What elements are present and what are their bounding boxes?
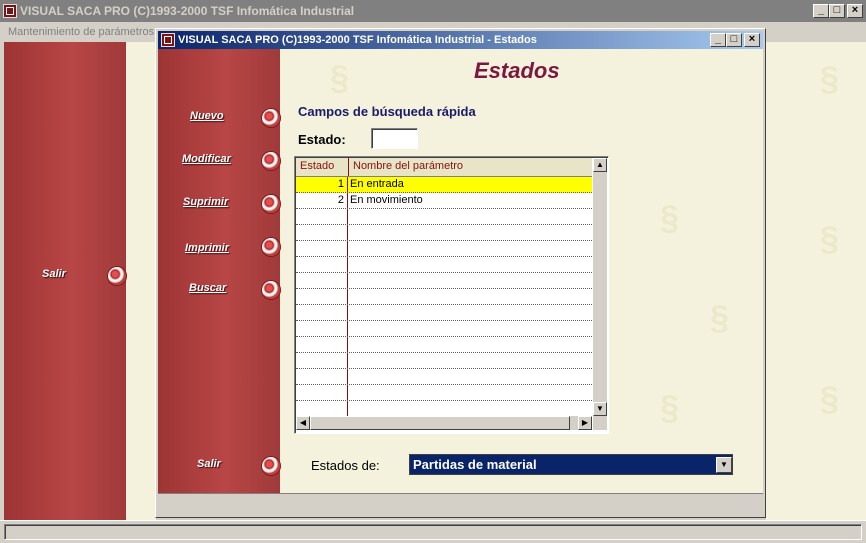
grid-horizontal-scrollbar[interactable]: ◀ ▶ (296, 416, 592, 430)
grid-header: Estado Nombre del parámetro (296, 158, 592, 177)
cell-nombre: En entrada (350, 178, 404, 190)
watermark-icon: § (820, 220, 839, 258)
main-status-bar (0, 520, 866, 543)
child-app-icon[interactable] (161, 33, 175, 47)
table-row[interactable] (296, 273, 592, 289)
child-minimize-button[interactable]: _ (710, 33, 726, 47)
main-minimize-button[interactable]: _ (813, 4, 829, 18)
nav-search-label[interactable]: Buscar (189, 282, 226, 294)
scroll-corner (593, 416, 607, 430)
child-close-button[interactable]: × (744, 33, 760, 47)
grid-vertical-scrollbar[interactable]: ▲ ▼ (593, 158, 607, 416)
watermark-icon: § (710, 299, 729, 337)
table-row[interactable]: 2 En movimiento (296, 193, 592, 209)
main-title-bar[interactable]: VISUAL SACA PRO (C)1993-2000 TSF Infomát… (0, 0, 866, 22)
table-row[interactable] (296, 305, 592, 321)
quick-search-title: Campos de búsqueda rápida (298, 104, 476, 119)
watermark-icon: § (660, 199, 679, 237)
grid-body: 1 En entrada 2 En movimiento (296, 177, 592, 417)
nav-print-label[interactable]: Imprimir (185, 242, 229, 254)
table-row[interactable]: 1 En entrada (296, 177, 592, 193)
table-row[interactable] (296, 321, 592, 337)
child-status-bar (158, 493, 763, 516)
main-window-title: VISUAL SACA PRO (C)1993-2000 TSF Infomát… (20, 4, 355, 18)
nav-delete-label[interactable]: Suprimir (183, 196, 228, 208)
table-row[interactable] (296, 369, 592, 385)
main-exit-label[interactable]: Salir (42, 268, 66, 280)
child-title-bar[interactable]: VISUAL SACA PRO (C)1993-2000 TSF Infomát… (158, 31, 763, 49)
nav-search-button[interactable] (262, 281, 280, 299)
estado-label: Estado: (298, 132, 346, 147)
nav-new-label[interactable]: Nuevo (190, 110, 224, 122)
main-exit-button[interactable] (108, 267, 126, 285)
main-panel-divider (126, 42, 156, 520)
table-row[interactable] (296, 385, 592, 401)
child-window-title: VISUAL SACA PRO (C)1993-2000 TSF Infomát… (178, 34, 537, 46)
main-close-button[interactable]: × (847, 4, 863, 18)
grid-header-nombre[interactable]: Nombre del parámetro (349, 158, 592, 176)
child-maximize-button[interactable]: □ (726, 33, 742, 47)
scroll-down-icon[interactable]: ▼ (593, 402, 607, 416)
table-row[interactable] (296, 353, 592, 369)
nav-exit-label[interactable]: Salir (197, 458, 221, 470)
main-maximize-button[interactable]: □ (829, 4, 845, 18)
table-row[interactable] (296, 289, 592, 305)
estados-de-select[interactable]: Partidas de material ▼ (409, 454, 733, 475)
nav-print-button[interactable] (262, 238, 280, 256)
scroll-thumb[interactable] (310, 416, 570, 430)
page-title: Estados (474, 58, 560, 83)
estado-input[interactable] (371, 128, 418, 149)
estados-de-label: Estados de: (311, 458, 380, 473)
cell-nombre: En movimiento (350, 194, 423, 206)
cell-estado: 1 (296, 177, 348, 192)
table-row[interactable] (296, 225, 592, 241)
table-row[interactable] (296, 241, 592, 257)
chevron-down-icon[interactable]: ▼ (716, 457, 732, 473)
watermark-icon: § (820, 380, 839, 418)
watermark-icon: § (660, 389, 679, 427)
nav-modify-button[interactable] (262, 152, 280, 170)
scroll-left-icon[interactable]: ◀ (296, 416, 310, 430)
table-row[interactable] (296, 337, 592, 353)
grid-header-estado[interactable]: Estado (296, 158, 349, 176)
nav-delete-button[interactable] (262, 195, 280, 213)
estados-grid[interactable]: Estado Nombre del parámetro 1 En entrada… (294, 156, 609, 434)
nav-modify-label[interactable]: Modificar (182, 153, 231, 165)
main-background (766, 42, 866, 520)
table-row[interactable] (296, 209, 592, 225)
table-row[interactable] (296, 401, 592, 417)
watermark-icon: § (820, 60, 839, 98)
app-icon[interactable] (3, 4, 17, 18)
watermark-icon: § (330, 59, 349, 97)
cell-estado: 2 (296, 193, 348, 208)
menu-item-mantenimiento[interactable]: Mantenimiento de parámetros (8, 26, 154, 38)
estados-de-text: Estados de: (311, 458, 380, 473)
nav-exit-button[interactable] (262, 457, 280, 475)
table-row[interactable] (296, 257, 592, 273)
main-nav-panel (4, 42, 126, 520)
estados-de-value: Partidas de material (413, 457, 537, 472)
status-panel (4, 524, 862, 540)
scroll-up-icon[interactable]: ▲ (593, 158, 607, 172)
scroll-right-icon[interactable]: ▶ (578, 416, 592, 430)
nav-new-button[interactable] (262, 109, 280, 127)
